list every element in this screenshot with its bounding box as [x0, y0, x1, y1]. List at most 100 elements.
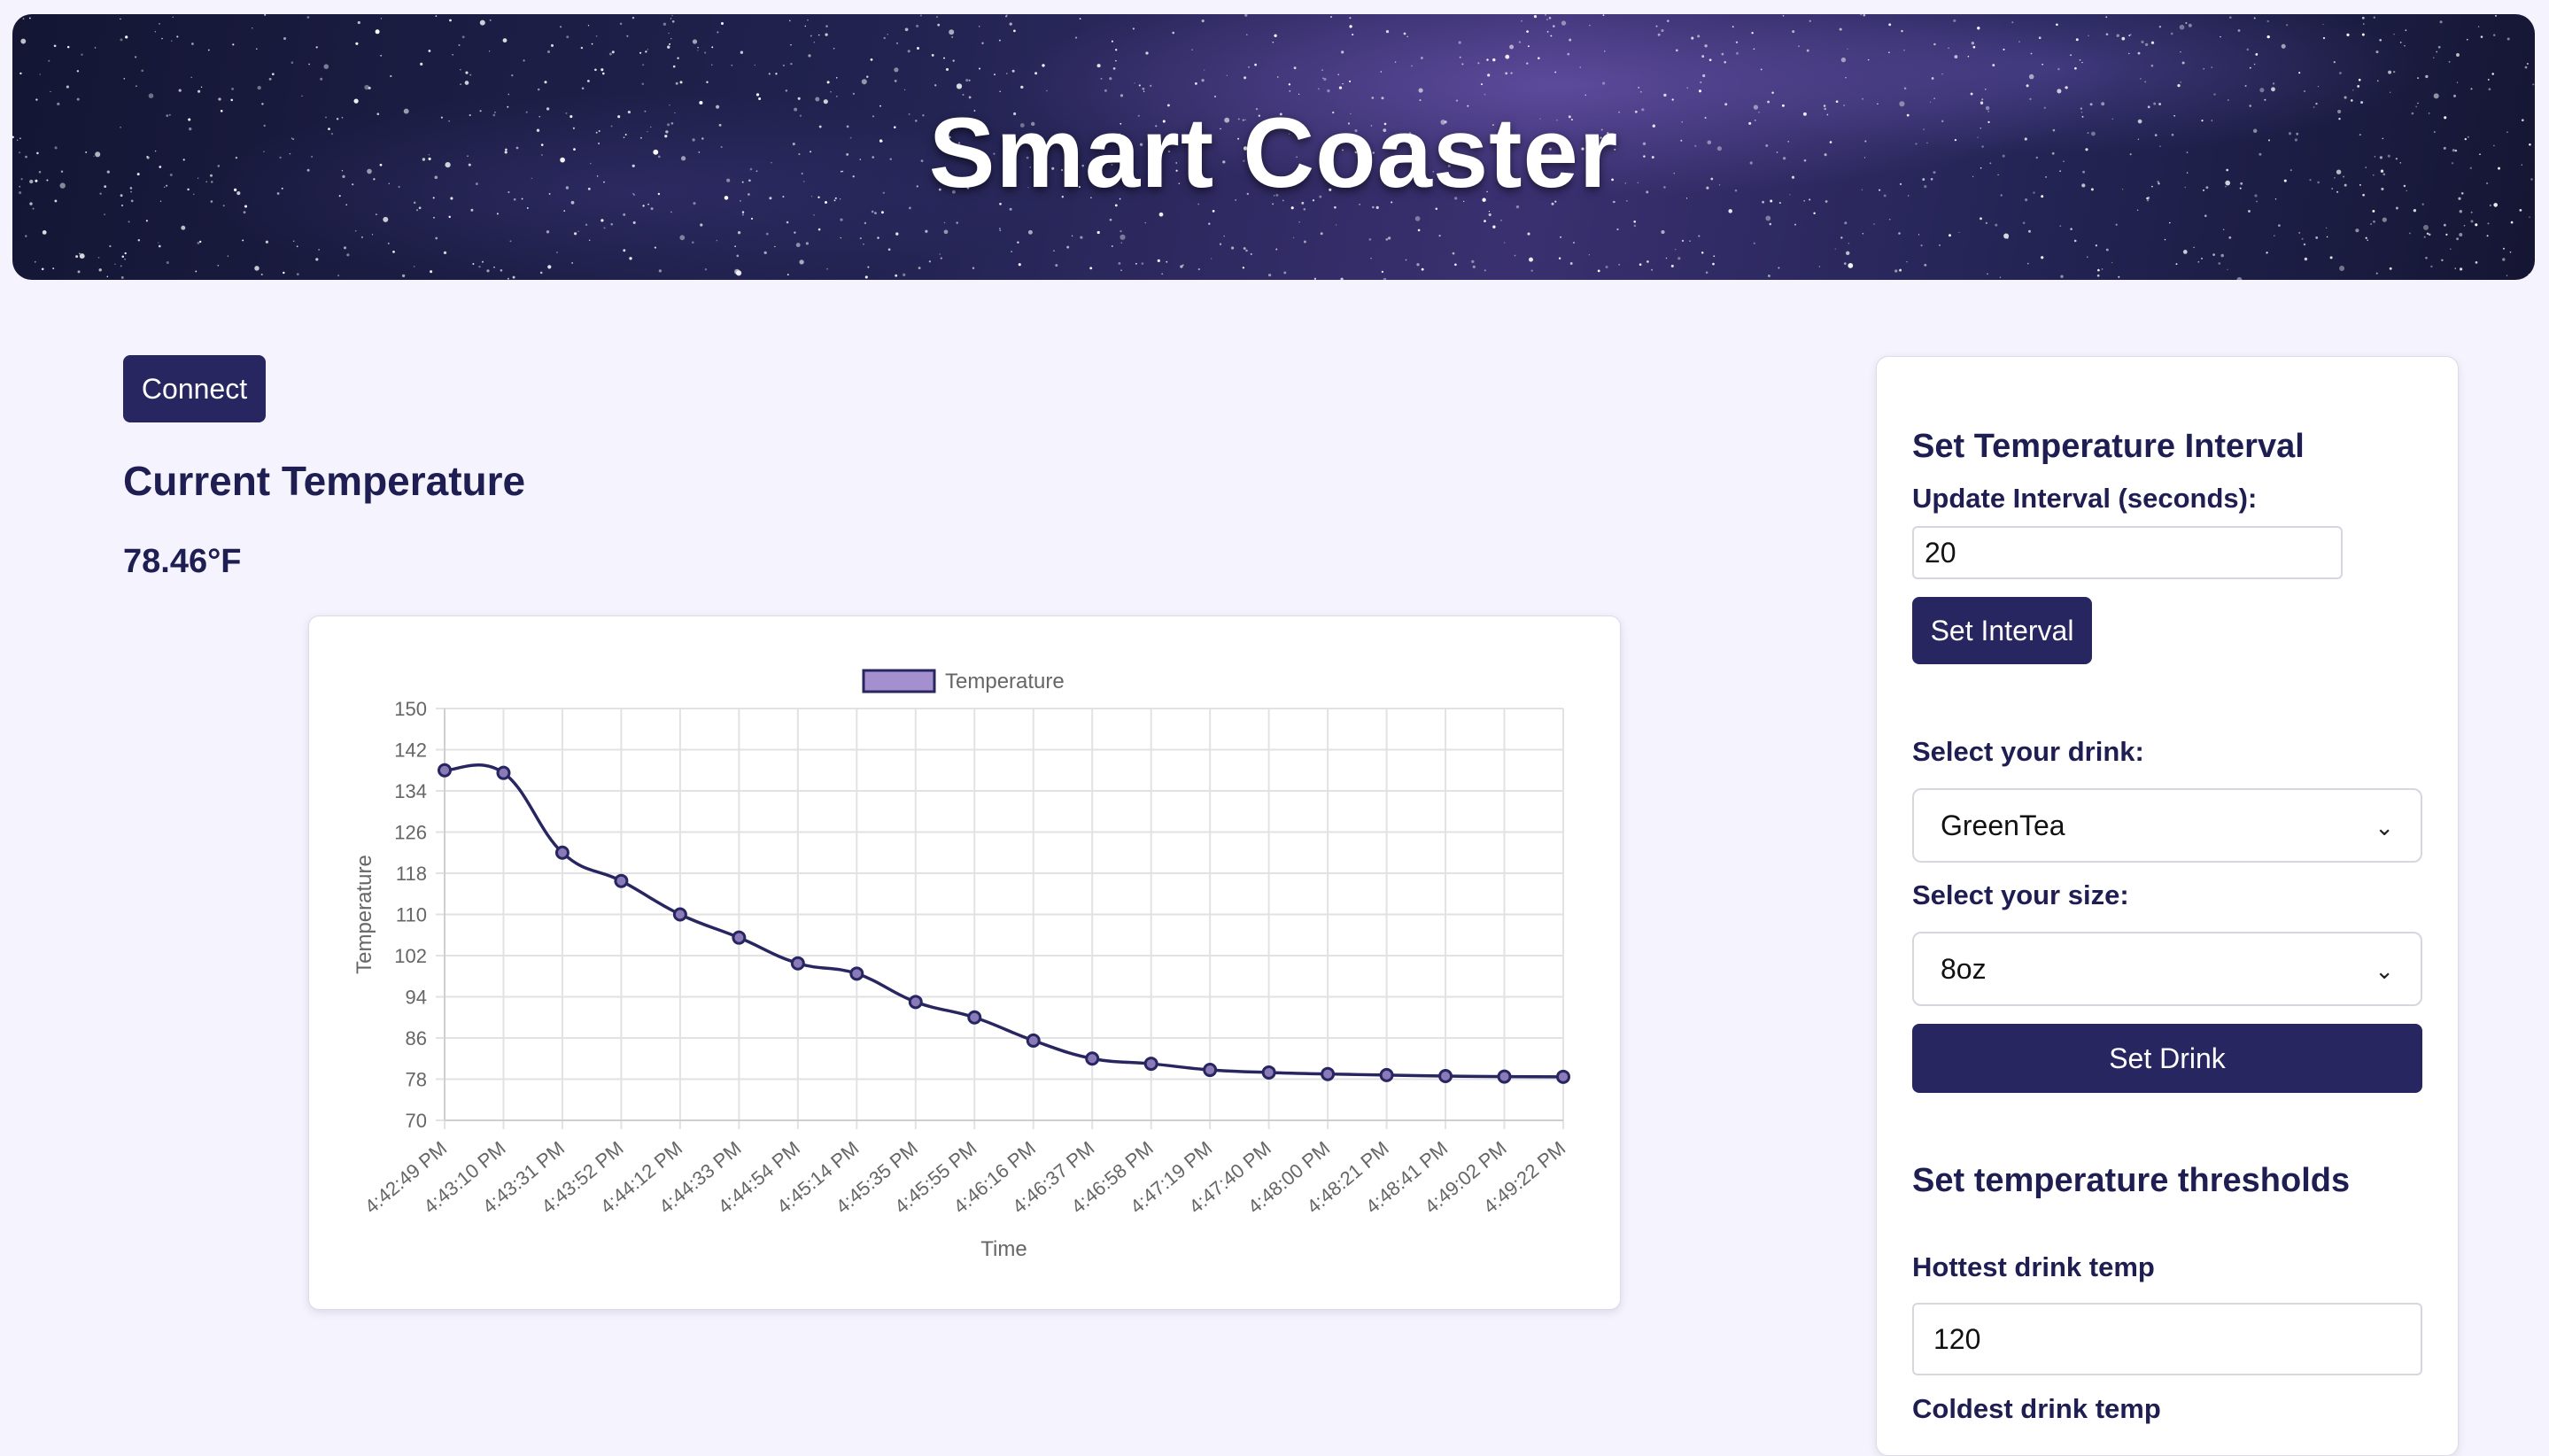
- star: [813, 42, 815, 43]
- star: [1418, 88, 1423, 93]
- star: [2026, 84, 2029, 88]
- star: [1505, 72, 1508, 75]
- star: [1689, 240, 1691, 242]
- star: [1655, 25, 1658, 27]
- star: [2129, 34, 2132, 35]
- star: [1452, 252, 1455, 255]
- star: [934, 84, 937, 87]
- star: [1953, 19, 1956, 22]
- star: [1844, 221, 1848, 225]
- star: [430, 270, 433, 274]
- connect-button[interactable]: Connect: [123, 355, 266, 422]
- set-interval-button[interactable]: Set Interval: [1912, 597, 2092, 664]
- star: [1405, 259, 1407, 261]
- star: [672, 65, 676, 68]
- interval-input[interactable]: 20: [1912, 526, 2343, 579]
- drink-select[interactable]: GreenTea ⌄: [1912, 788, 2422, 863]
- star: [496, 213, 499, 215]
- star: [283, 271, 285, 275]
- star: [1753, 48, 1755, 50]
- star: [825, 33, 828, 36]
- star: [2087, 256, 2088, 258]
- star: [587, 80, 590, 82]
- star: [1158, 212, 1164, 217]
- star: [2059, 225, 2062, 228]
- star: [2222, 228, 2225, 231]
- star: [2463, 224, 2466, 227]
- star: [883, 36, 886, 40]
- star: [2256, 53, 2258, 55]
- star: [2503, 247, 2505, 250]
- star: [1053, 250, 1055, 252]
- star: [1646, 260, 1649, 263]
- hottest-input[interactable]: 120: [1912, 1303, 2422, 1375]
- star: [602, 72, 605, 75]
- star: [1845, 77, 1847, 79]
- star: [765, 232, 769, 236]
- star: [677, 57, 679, 59]
- star: [1573, 242, 1575, 244]
- star: [2346, 33, 2350, 36]
- star: [1674, 248, 1677, 251]
- star: [486, 269, 490, 273]
- star: [1487, 74, 1491, 77]
- star: [1145, 51, 1149, 55]
- star: [1471, 259, 1475, 264]
- star: [692, 241, 694, 244]
- thresholds-heading: Set temperature thresholds: [1912, 1162, 2351, 1199]
- star: [864, 275, 868, 279]
- star: [2388, 70, 2392, 74]
- star: [1701, 252, 1704, 254]
- star: [41, 267, 44, 271]
- star: [907, 50, 910, 53]
- star: [2430, 265, 2433, 268]
- star: [2459, 210, 2462, 213]
- star: [134, 56, 137, 58]
- star: [383, 216, 389, 222]
- star: [2441, 259, 2444, 262]
- star: [2018, 41, 2020, 43]
- star: [452, 53, 453, 56]
- star: [315, 46, 318, 49]
- star: [76, 70, 80, 73]
- star: [2444, 223, 2446, 227]
- star: [859, 237, 862, 240]
- star: [337, 275, 340, 277]
- star: [647, 49, 648, 50]
- star: [2180, 81, 2181, 83]
- star: [589, 239, 591, 241]
- star: [670, 211, 672, 213]
- star: [1018, 263, 1021, 267]
- star: [734, 245, 736, 247]
- star: [840, 218, 843, 221]
- size-label: Select your size:: [1912, 879, 2129, 910]
- star: [79, 252, 81, 255]
- star: [547, 265, 552, 269]
- star: [1509, 44, 1515, 50]
- star: [669, 43, 671, 45]
- star: [323, 64, 329, 69]
- star: [435, 236, 438, 240]
- star: [600, 68, 604, 72]
- star: [2480, 35, 2483, 38]
- star: [1111, 40, 1113, 43]
- star: [918, 267, 921, 270]
- star: [355, 42, 359, 45]
- star: [1697, 35, 1701, 38]
- star: [387, 242, 390, 244]
- star: [1527, 232, 1530, 236]
- star: [2273, 235, 2275, 237]
- size-select[interactable]: 8oz ⌄: [1912, 932, 2422, 1006]
- star: [1161, 273, 1164, 275]
- star: [626, 35, 629, 37]
- set-drink-button[interactable]: Set Drink: [1912, 1024, 2422, 1093]
- star: [380, 18, 383, 19]
- star: [537, 88, 540, 91]
- star: [291, 61, 294, 64]
- star: [1135, 262, 1137, 265]
- star: [2150, 41, 2155, 44]
- star: [1597, 269, 1600, 273]
- star: [2417, 77, 2420, 80]
- star: [318, 249, 320, 251]
- star: [1421, 267, 1424, 271]
